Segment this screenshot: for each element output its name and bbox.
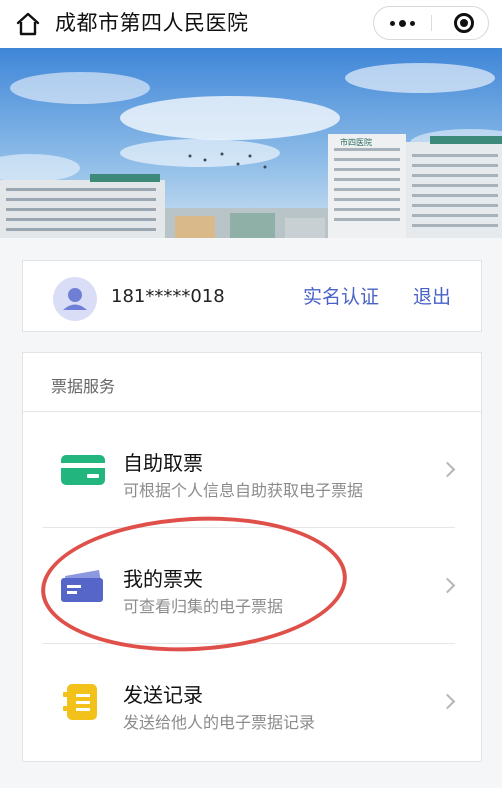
ticket-card-icon [61,455,105,485]
service-item-desc: 发送给他人的电子票据记录 [123,713,316,732]
nav-bar: 成都市第四人民医院 [0,0,502,48]
user-phone: 181*****018 [111,286,225,307]
service-item-label: 发送记录 [123,683,203,707]
building-sign: 市四医院 [340,137,372,147]
capsule-divider [431,15,432,31]
service-item-desc: 可查看归集的电子票据 [123,597,284,616]
page-title: 成都市第四人民医院 [55,11,249,35]
hospital-banner-image: 市四医院 [0,48,502,238]
home-icon[interactable] [14,10,42,38]
chevron-right-icon [439,693,456,710]
section-title: 票据服务 [51,377,116,396]
hospital-banner: 市四医院 [0,48,502,238]
user-card: 181*****018 实名认证 退出 [22,260,482,332]
user-avatar-icon [53,277,97,321]
service-item-my-wallet[interactable]: 我的票夹 可查看归集的电子票据 [23,528,481,644]
service-item-label: 我的票夹 [123,567,203,591]
service-item-label: 自助取票 [123,451,203,475]
mini-program-capsule [373,6,489,40]
service-item-self-pickup[interactable]: 自助取票 可根据个人信息自助获取电子票据 [23,412,481,528]
ticket-folder-icon [61,570,103,602]
ticket-services-card: 票据服务 自助取票 可根据个人信息自助获取电子票据 我的票夹 可查看归集的电子票… [22,352,482,762]
chevron-right-icon [439,461,456,478]
service-item-desc: 可根据个人信息自助获取电子票据 [123,481,364,500]
real-name-verify-link[interactable]: 实名认证 [303,285,379,309]
logout-link[interactable]: 退出 [413,285,451,309]
more-dots-icon[interactable] [374,7,431,39]
send-record-icon [63,684,97,720]
chevron-right-icon [439,577,456,594]
mini-program-close-icon[interactable] [454,13,474,33]
service-item-send-record[interactable]: 发送记录 发送给他人的电子票据记录 [23,644,481,760]
